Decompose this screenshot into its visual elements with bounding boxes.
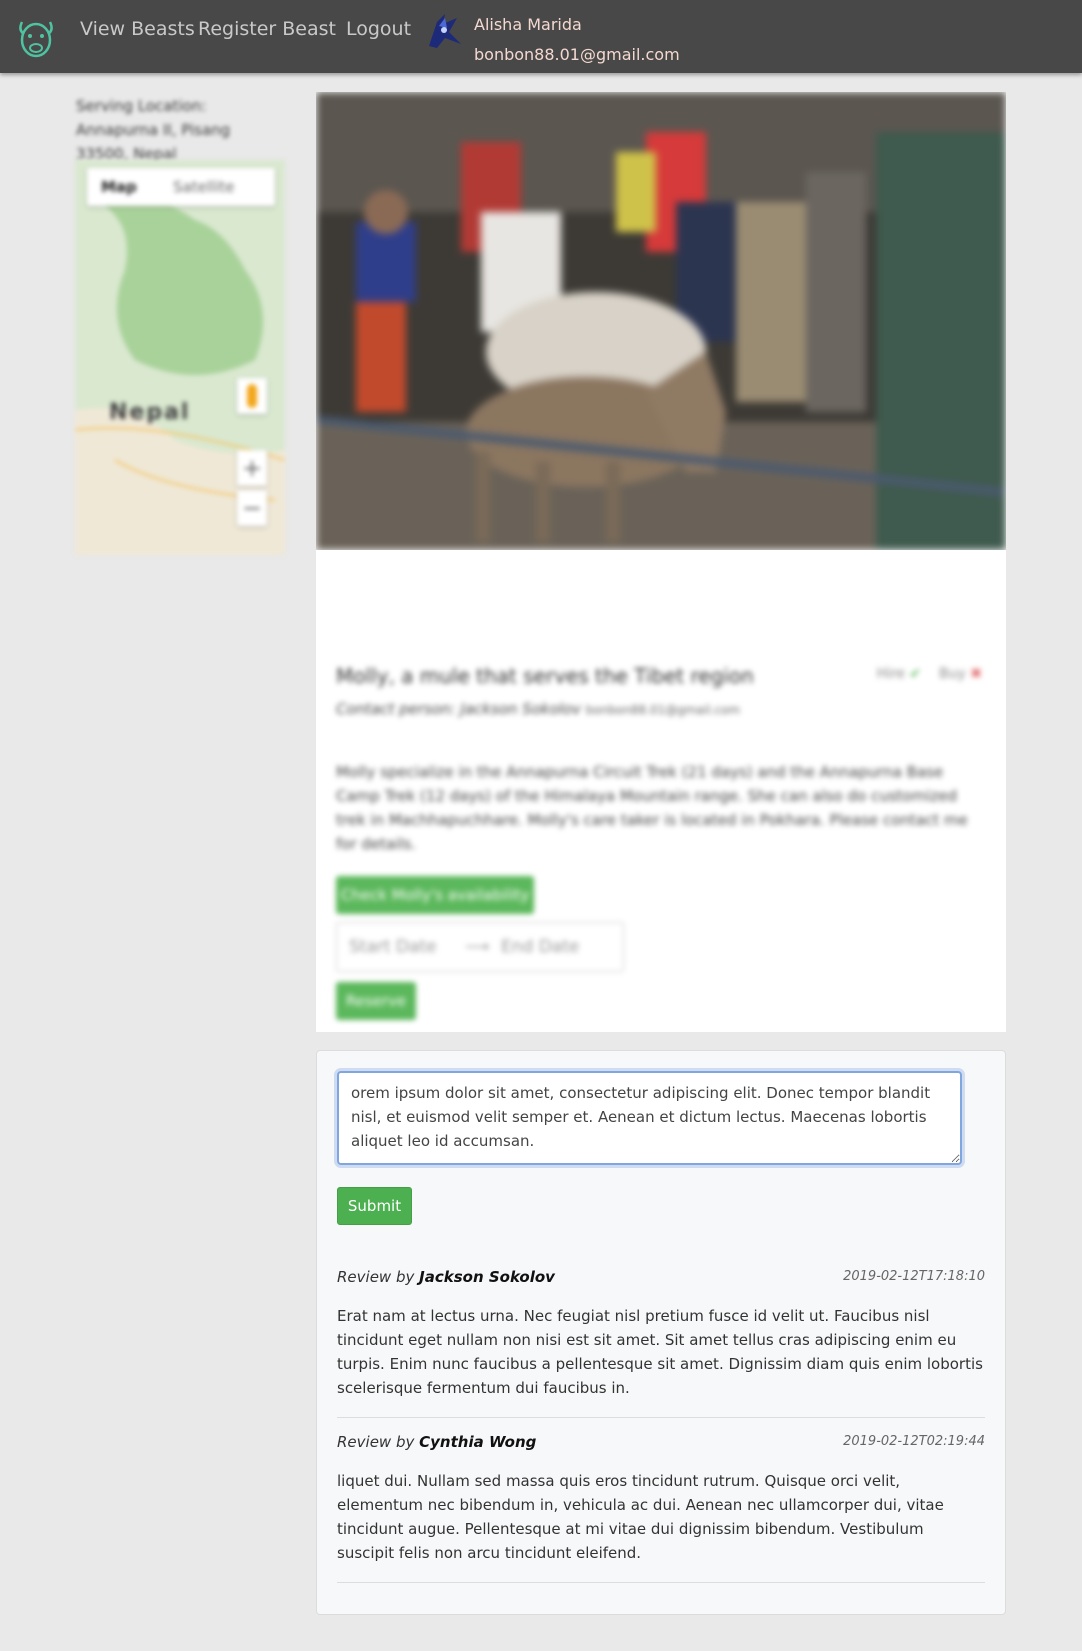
review-item: Review by Jackson Sokolov 2019-02-12T17:… [337, 1267, 985, 1418]
user-email: bonbon88.01@gmail.com [474, 45, 680, 64]
zoom-in-button[interactable]: + [237, 450, 267, 486]
review-author-line: Review by Jackson Sokolov [337, 1268, 555, 1286]
review-body: Erat nam at lectus urna. Nec feugiat nis… [337, 1307, 983, 1397]
map-tab-satellite[interactable]: Satellite [173, 178, 234, 196]
contact-email: bonbon88.01@gmail.com [585, 703, 741, 717]
buy-label: Buy [939, 666, 966, 682]
review-author-line: Review by Cynthia Wong [337, 1433, 536, 1451]
review-body: liquet dui. Nullam sed massa quis eros t… [337, 1472, 944, 1562]
arrow-right-icon: ⟶ [465, 937, 490, 957]
review-divider [337, 1417, 985, 1418]
check-availability-button[interactable]: Check Molly's availability [336, 876, 534, 914]
beast-photo [316, 92, 1006, 550]
nav-view-beasts[interactable]: View Beasts [80, 18, 195, 40]
pegman-icon[interactable] [237, 378, 267, 414]
check-icon: ✔ [909, 666, 922, 682]
map-tab-map[interactable]: Map [101, 178, 137, 196]
map-type-tabs: Map Satellite [87, 168, 275, 206]
review-header: Review by Cynthia Wong 2019-02-12T02:19:… [337, 1432, 985, 1456]
end-date-input[interactable]: End Date [501, 937, 579, 957]
top-navbar: View Beasts Register Beast Logout Alisha… [0, 0, 1082, 73]
review-textarea[interactable]: orem ipsum dolor sit amet, consectetur a… [337, 1071, 962, 1165]
hire-buy-status: Hire ✔ Buy ✖ [877, 666, 982, 682]
cross-icon: ✖ [970, 666, 982, 682]
contact-label: Contact person: Jackson Sokolov [336, 700, 581, 718]
nav-register-beast[interactable]: Register Beast [198, 18, 336, 40]
submit-review-button[interactable]: Submit [337, 1187, 412, 1225]
review-divider [337, 1582, 985, 1583]
date-range-picker[interactable]: Start Date ⟶ End Date [336, 922, 624, 972]
review-author: Jackson Sokolov [419, 1268, 555, 1286]
nav-logout[interactable]: Logout [346, 18, 411, 40]
review-prefix: Review by [337, 1433, 415, 1451]
map-region-label: Nepal [109, 400, 191, 425]
start-date-input[interactable]: Start Date [349, 937, 437, 957]
serving-location: Serving Location: Annapurna II, Pisang 3… [76, 97, 231, 163]
zoom-out-button[interactable]: − [237, 490, 267, 526]
beast-logo-icon[interactable] [14, 16, 58, 60]
review-prefix: Review by [337, 1268, 415, 1286]
beast-card: Molly, a mule that serves the Tibet regi… [316, 92, 1006, 1104]
review-date: 2019-02-12T02:19:44 [843, 1434, 985, 1449]
review-item: Review by Cynthia Wong 2019-02-12T02:19:… [337, 1432, 985, 1583]
hire-label: Hire [876, 666, 906, 682]
reviews-panel: orem ipsum dolor sit amet, consectetur a… [316, 1050, 1006, 1615]
beast-title: Molly, a mule that serves the Tibet regi… [336, 664, 754, 688]
review-header: Review by Jackson Sokolov 2019-02-12T17:… [337, 1267, 985, 1291]
review-author: Cynthia Wong [419, 1433, 537, 1451]
contact-person: Contact person: Jackson Sokolov bonbon88… [336, 700, 740, 718]
review-date: 2019-02-12T17:18:10 [843, 1269, 985, 1284]
user-avatar[interactable] [423, 10, 465, 50]
user-name: Alisha Marida [474, 15, 582, 34]
beast-details: Molly, a mule that serves the Tibet regi… [316, 550, 1006, 1104]
reserve-button[interactable]: Reserve [336, 982, 416, 1020]
location-map[interactable]: Map Satellite Nepal + − [75, 160, 285, 555]
beast-description: Molly specialize in the Annapurna Circui… [336, 763, 968, 853]
